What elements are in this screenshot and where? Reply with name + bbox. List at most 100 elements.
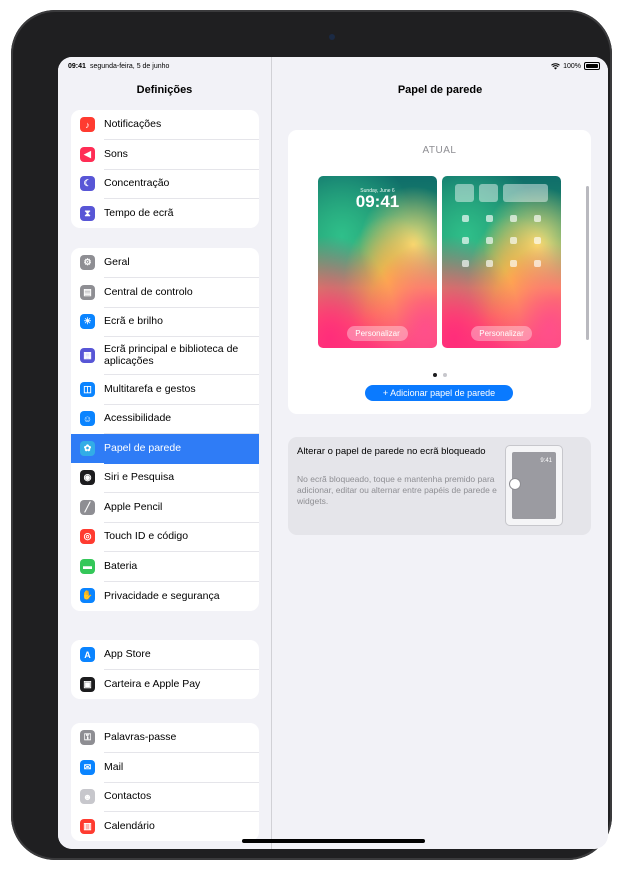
sidebar-item-calendar[interactable]: ▥ Calendário — [71, 812, 259, 842]
sidebar-item-app-store[interactable]: A App Store — [71, 640, 259, 670]
sidebar-item-accessibility[interactable]: ☺ Acessibilidade — [71, 404, 259, 434]
status-date: segunda-feira, 5 de junho — [90, 63, 170, 70]
current-wallpaper-card: ATUAL Sunday, June 6 09:41 Personalizar — [288, 130, 591, 414]
wallet-icon: ▣ — [80, 676, 95, 692]
page-dot-active[interactable] — [432, 373, 437, 377]
multitask-icon: ◫ — [80, 381, 95, 397]
home-indicator[interactable] — [242, 839, 425, 843]
sidebar-item-label: Geral — [104, 248, 259, 278]
app-grid-icon: ▦ — [80, 348, 95, 363]
flower-icon: ✿ — [80, 440, 95, 456]
switches-icon: ▤ — [80, 284, 95, 300]
sidebar-item-pencil[interactable]: ╱ Apple Pencil — [71, 493, 259, 523]
sidebar-item-hourglass[interactable]: ⧗ Tempo de ecrã — [71, 199, 259, 229]
sidebar-title: Definições — [136, 84, 193, 96]
sidebar-item-contacts[interactable]: ☻ Contactos — [71, 782, 259, 812]
settings-group: ⚿ Palavras-passe ✉ Mail ☻ Contactos ▥ Calendári… — [71, 723, 259, 841]
screen: Definições ♪ Notificações ◀ Sons ☾ Concentraç… — [58, 57, 608, 849]
sidebar-item-label: Notificações — [104, 110, 259, 140]
settings-sidebar: Definições ♪ Notificações ◀ Sons ☾ Concentraç… — [58, 57, 272, 849]
sidebar-item-mail[interactable]: ✉ Mail — [71, 753, 259, 783]
status-right: 100% — [551, 62, 600, 70]
sidebar-item-label: Ecrã e brilho — [104, 307, 259, 337]
fingerprint-icon: ◎ — [80, 529, 95, 545]
sidebar-item-app-grid[interactable]: ▦ Ecrã principal e biblioteca de aplicaçõ… — [71, 337, 259, 375]
lock-screen-tip: Alterar o papel de parede no ecrã bloque… — [288, 437, 591, 535]
sun-icon: ☀ — [80, 314, 95, 330]
sidebar-item-fingerprint[interactable]: ◎ Touch ID e código — [71, 522, 259, 552]
pencil-icon: ╱ — [80, 499, 95, 515]
sidebar-item-siri[interactable]: ◉ Siri e Pesquisa — [71, 463, 259, 493]
app-icon — [534, 237, 541, 244]
battery-icon — [584, 62, 600, 70]
app-icon — [462, 215, 469, 222]
sidebar-item-label: Bateria — [104, 551, 259, 582]
mail-icon: ✉ — [80, 759, 95, 775]
app-icon — [510, 215, 517, 222]
sidebar-item-multitask[interactable]: ◫ Multitarefa e gestos — [71, 375, 259, 405]
front-camera — [329, 34, 335, 40]
sidebar-item-label: Central de controlo — [104, 277, 259, 308]
app-store-icon: A — [80, 647, 95, 663]
app-icon — [462, 260, 469, 267]
sidebar-item-flower[interactable]: ✿ Papel de parede — [71, 433, 259, 464]
battery-percent: 100% — [563, 62, 581, 70]
page-dot[interactable] — [442, 373, 447, 377]
sidebar-item-label: Palavras-passe — [104, 723, 259, 753]
app-icon — [510, 237, 517, 244]
sidebar-item-label: Sons — [104, 139, 259, 170]
sidebar-item-gear[interactable]: ⚙ Geral — [71, 248, 259, 278]
app-icon — [534, 215, 541, 222]
settings-group: ⚙ Geral ▤ Central de controlo ☀ Ecrã e brilho… — [71, 248, 259, 611]
settings-group: A App Store ▣ Carteira e Apple Pay — [71, 640, 259, 699]
tip-description: No ecrã bloqueado, toque e mantenha prem… — [297, 474, 497, 506]
accessibility-icon: ☺ — [80, 411, 95, 427]
customize-home-button[interactable]: Personalizar — [471, 326, 532, 341]
touch-indicator-icon — [509, 478, 521, 490]
sidebar-item-label: App Store — [104, 640, 259, 670]
app-icon — [486, 237, 493, 244]
settings-group: ♪ Notificações ◀ Sons ☾ Concentração ⧗ Tempo de… — [71, 110, 259, 228]
add-wallpaper-button[interactable]: + Adicionar papel de parede — [365, 385, 513, 401]
sidebar-item-label: Siri e Pesquisa — [104, 463, 259, 493]
wallpaper-detail: Papel de parede ATUAL Sunday, June 6 09:… — [272, 57, 608, 849]
app-icon — [510, 260, 517, 267]
ipad-illustration-time: 9:41 — [540, 458, 552, 464]
page-title: Papel de parede — [397, 84, 483, 96]
sidebar-item-bell[interactable]: ♪ Notificações — [71, 110, 259, 140]
sidebar-item-label: Carteira e Apple Pay — [104, 678, 201, 691]
widget — [479, 184, 498, 202]
widget — [455, 184, 474, 202]
status-time: 09:41 — [68, 63, 86, 70]
sidebar-item-label: Apple Pencil — [104, 492, 259, 523]
app-icon — [486, 260, 493, 267]
home-screen-preview[interactable]: Personalizar — [442, 176, 561, 348]
wifi-icon — [551, 62, 560, 69]
sidebar-item-label: Acessibilidade — [104, 404, 259, 434]
lock-time: 09:41 — [355, 192, 400, 211]
hand-icon: ✋ — [80, 588, 95, 604]
sidebar-item-wallet[interactable]: ▣ Carteira e Apple Pay — [71, 670, 259, 700]
sidebar-item-hand[interactable]: ✋ Privacidade e segurança — [71, 581, 259, 611]
sidebar-item-label: Contactos — [104, 782, 259, 812]
sidebar-item-moon[interactable]: ☾ Concentração — [71, 169, 259, 199]
widget — [503, 184, 548, 202]
sidebar-item-key[interactable]: ⚿ Palavras-passe — [71, 723, 259, 753]
scrollbar[interactable] — [586, 186, 589, 340]
customize-lock-button[interactable]: Personalizar — [347, 326, 408, 341]
sidebar-item-sun[interactable]: ☀ Ecrã e brilho — [71, 307, 259, 337]
current-label: ATUAL — [422, 145, 457, 156]
moon-icon: ☾ — [80, 176, 95, 192]
key-icon: ⚿ — [80, 730, 95, 746]
sidebar-item-switches[interactable]: ▤ Central de controlo — [71, 278, 259, 308]
siri-icon: ◉ — [80, 470, 95, 486]
sidebar-item-label: Calendário — [104, 820, 155, 833]
lock-screen-preview[interactable]: Sunday, June 6 09:41 Personalizar — [318, 176, 437, 348]
sidebar-item-label: Multitarefa e gestos — [104, 374, 259, 405]
sidebar-item-battery[interactable]: ▬ Bateria — [71, 552, 259, 582]
page-indicator[interactable] — [288, 364, 591, 382]
bell-icon: ♪ — [80, 117, 95, 133]
sidebar-item-speaker[interactable]: ◀ Sons — [71, 140, 259, 170]
app-icon — [534, 260, 541, 267]
gear-icon: ⚙ — [80, 255, 95, 271]
